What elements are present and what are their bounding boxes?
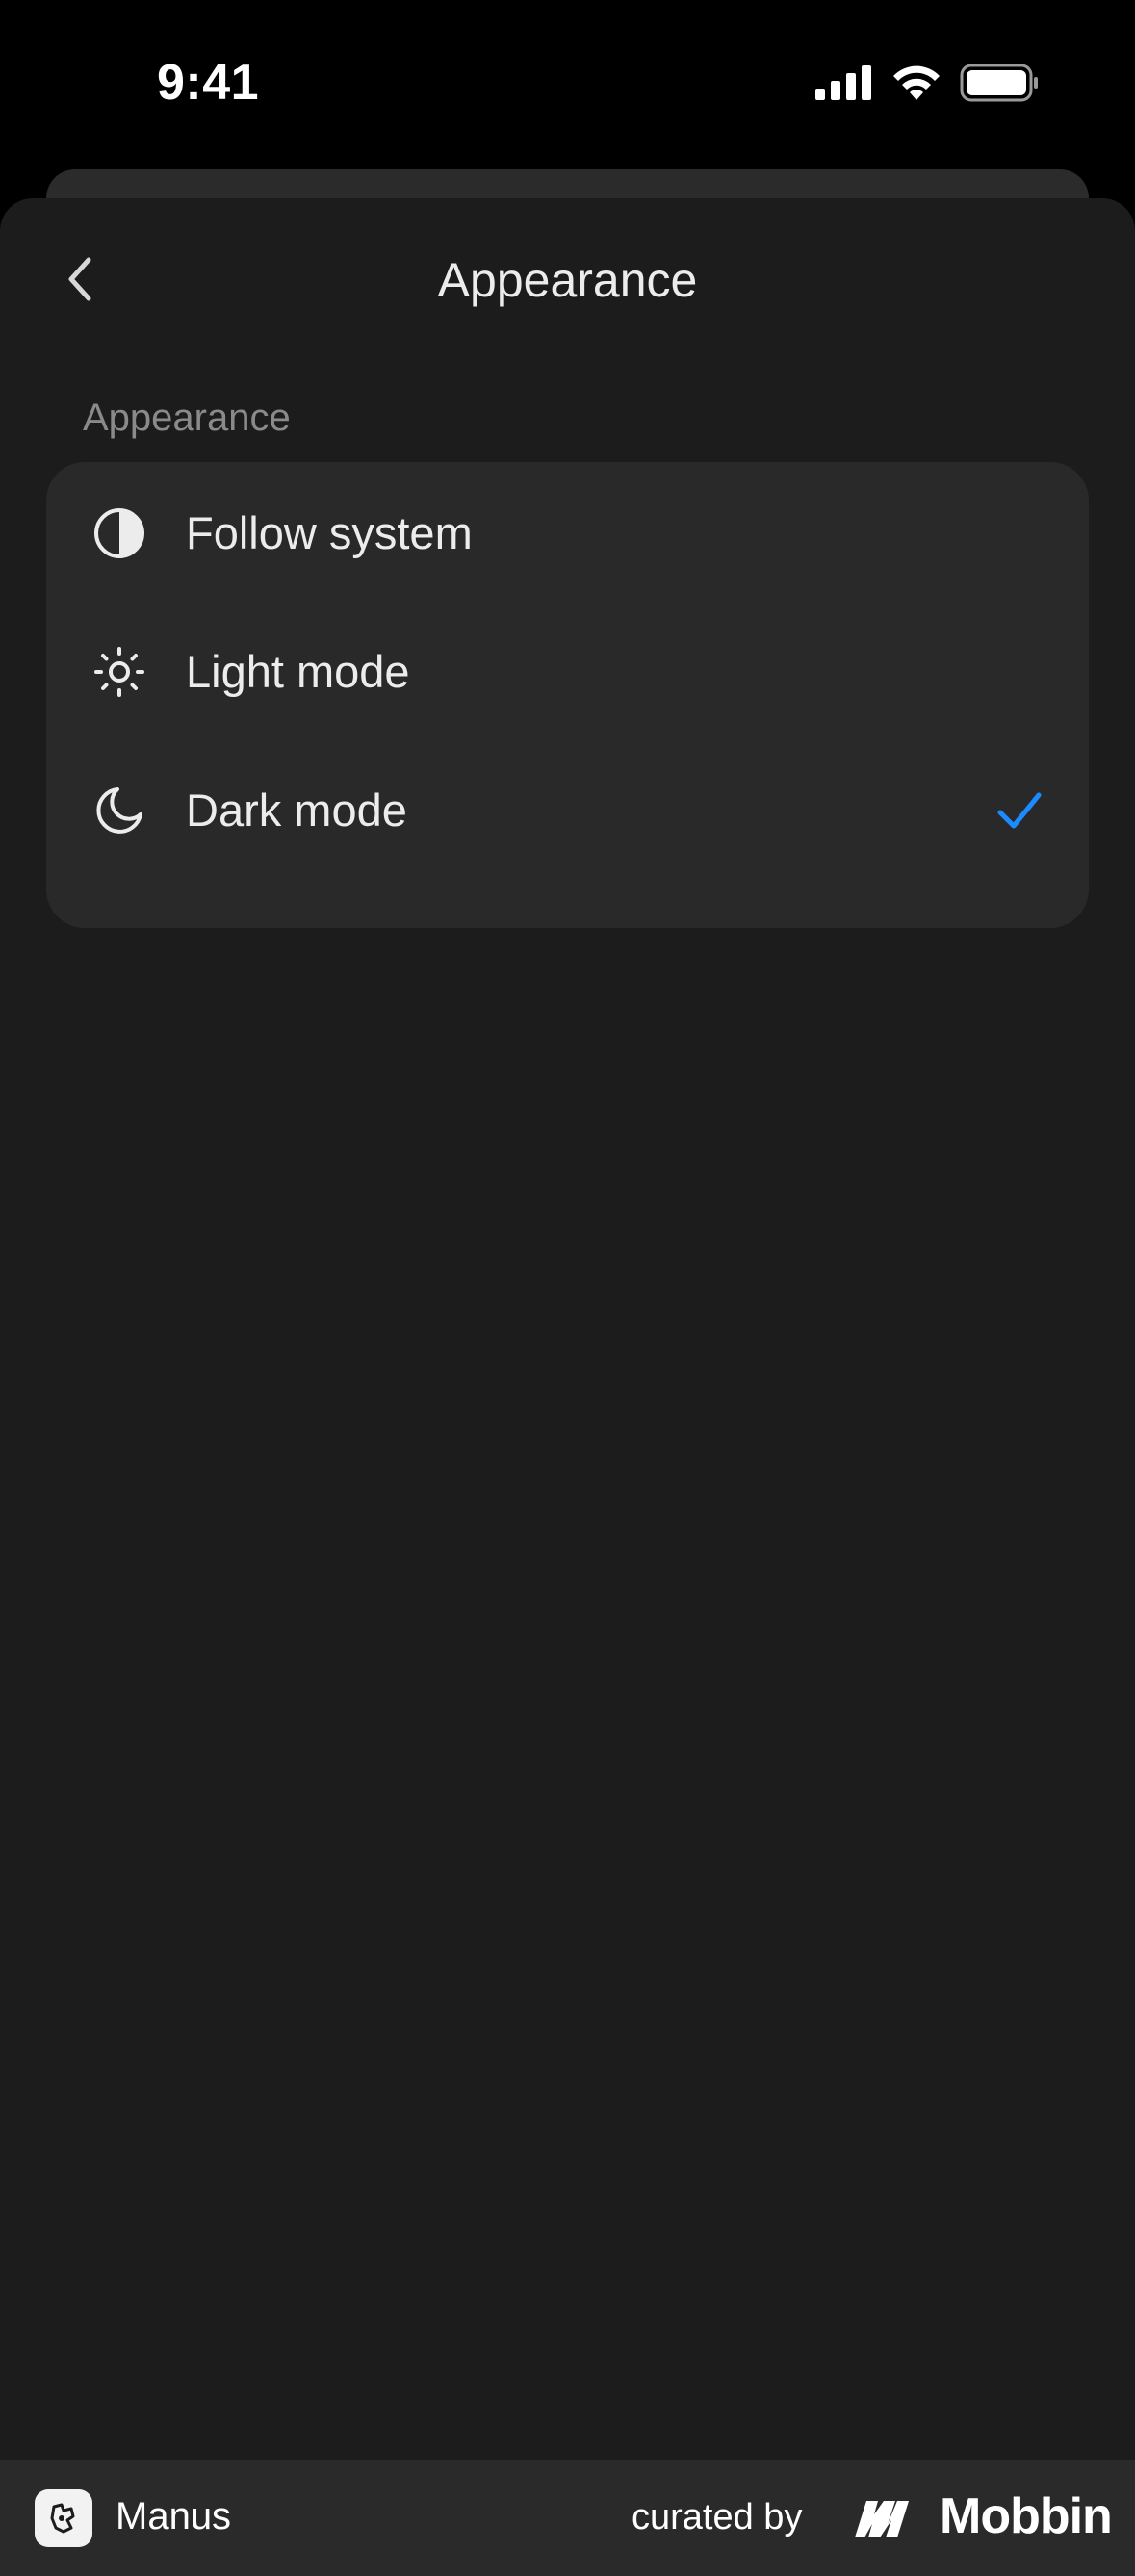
option-label: Follow system: [186, 507, 473, 558]
app-logo-icon: [35, 2489, 92, 2547]
cellular-signal-icon: [815, 65, 871, 100]
mobbin-brand: Mobbin: [940, 2488, 1113, 2544]
sun-icon: [92, 645, 146, 699]
mobbin-logo-icon: [855, 2501, 909, 2537]
battery-icon: [960, 64, 1038, 102]
half-circle-icon: [92, 506, 146, 560]
screen: 9:41 Appearance Appearance Follow system…: [0, 0, 1135, 2576]
checkmark-icon: [997, 792, 1042, 829]
app-name: Manus: [116, 2495, 232, 2537]
appearance-options-card: Follow system Light mode Dark mode: [46, 462, 1089, 928]
option-label: Light mode: [186, 646, 410, 697]
appearance-sheet: Appearance Appearance Follow system Ligh…: [0, 198, 1135, 2460]
footer-bar: Manus curated by Mobbin: [0, 2460, 1135, 2576]
wifi-icon: [893, 65, 940, 100]
option-light-mode[interactable]: Light mode: [46, 603, 1089, 741]
section-label: Appearance: [83, 397, 291, 439]
status-time: 9:41: [157, 55, 260, 111]
page-title: Appearance: [437, 253, 698, 307]
nav-header: Appearance: [0, 198, 1135, 362]
option-follow-system[interactable]: Follow system: [46, 464, 1089, 603]
option-dark-mode[interactable]: Dark mode: [46, 741, 1089, 880]
status-icons: [815, 62, 1039, 104]
moon-icon: [92, 784, 146, 837]
curated-by-label: curated by: [632, 2497, 803, 2537]
option-label: Dark mode: [186, 785, 407, 836]
status-bar: 9:41: [0, 0, 1135, 164]
